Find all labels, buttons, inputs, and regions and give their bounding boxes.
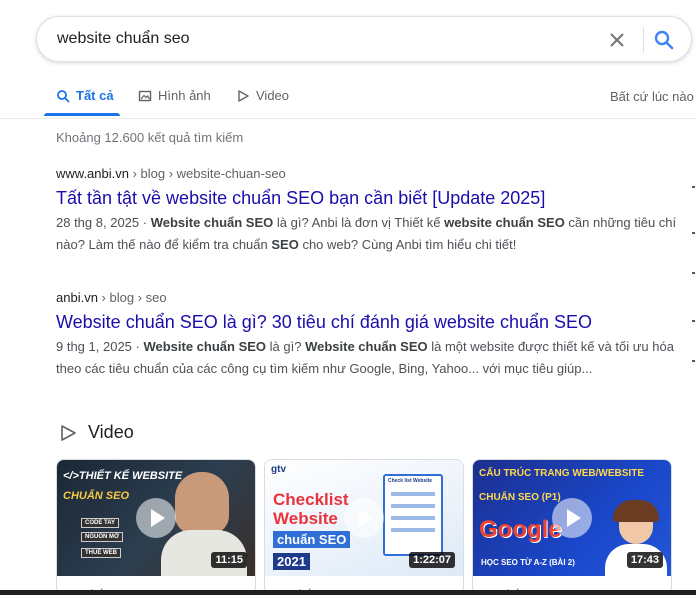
search-box[interactable] [36,16,692,62]
thumb-title: Checklist [273,490,349,509]
tab-video[interactable]: Video [236,88,289,103]
video-duration: 17:43 [626,552,663,568]
video-duration: 11:15 [211,552,247,568]
search-icon[interactable] [651,27,677,53]
tab-images[interactable]: Hình ảnh [138,88,211,103]
video-card[interactable]: </>THIẾT KẾ WEBSITE CHUẨN SEO CODE TAY N… [56,459,256,595]
search-result: www.anbi.vn › blog › website-chuan-seo T… [56,165,686,256]
result-title[interactable]: Tất tần tật về website chuẩn SEO bạn cần… [56,186,686,210]
presenter-face [175,472,229,534]
checklist-line [391,504,435,508]
snippet-text: là gì? Anbi là đơn vị Thiết kế [273,215,445,230]
thumb-title: </>THIẾT KẾ WEBSITE [63,470,183,482]
snippet-bold: Website chuẩn SEO [150,215,274,230]
snippet-text: là gì? [266,339,306,354]
thumb-tag: NGUỒN MỞ [81,532,124,542]
result-url[interactable]: anbi.vn › blog › seo [56,289,686,307]
video-duration: 1:22:07 [409,552,455,568]
snippet-bold: website chuẩn SEO [444,215,565,230]
result-url[interactable]: www.anbi.vn › blog › website-chuan-seo [56,165,686,183]
result-count: Khoảng 12.600 kết quả tìm kiếm [56,130,244,145]
presenter-hair [613,500,659,522]
tab-all[interactable]: Tất cả [56,88,114,103]
snippet-bold: Website chuẩn SEO [143,339,267,354]
thumb-year: 2021 [273,553,310,570]
scroll-marker [692,186,695,188]
scroll-marker [692,232,695,234]
search-tabs: Tất cả Hình ảnh Video [0,80,696,118]
search-divider [643,27,644,53]
snippet-bold: SEO [271,237,299,252]
thumb-subtitle: CHUẨN SEO (P1) [479,492,561,503]
thumb-title: CẤU TRÚC TRANG WEB/WEBSITE [479,468,644,479]
bottom-edge [0,590,696,595]
result-domain: www.anbi.vn [56,166,129,181]
result-snippet: 28 thg 8, 2025 · Website chuẩn SEO là gì… [56,212,686,256]
scroll-marker [692,272,695,274]
clear-icon[interactable] [605,28,629,52]
thumb-title: Website [273,509,338,528]
snippet-text: cho web? Cùng Anbi tìm hiểu chi tiết! [298,237,517,252]
search-icon [57,89,70,102]
thumb-tag: CODE TAY [81,518,120,528]
play-icon[interactable] [344,498,384,538]
play-icon [61,424,76,441]
checklist-line [391,528,435,532]
snippet-bold: Website chuẩn SEO [305,339,428,354]
tab-video-label: Video [256,88,290,103]
play-icon[interactable] [136,498,176,538]
checklist-line [391,516,435,520]
search-input[interactable] [57,30,577,48]
thumb-subtitle: CHUẨN SEO [63,490,130,502]
result-path: › blog › website-chuan-seo [128,166,286,181]
tabs-divider [0,118,696,119]
active-tab-indicator [44,113,120,116]
time-filter[interactable]: Bất cứ lúc nào [610,89,694,104]
video-thumbnail[interactable]: CẤU TRÚC TRANG WEB/WEBSITE CHUẨN SEO (P1… [473,460,671,576]
video-thumbnail[interactable]: gtv Checklist Website chuẩn SEO 2021 Che… [265,460,463,576]
video-card[interactable]: gtv Checklist Website chuẩn SEO 2021 Che… [264,459,464,595]
result-snippet: 9 thg 1, 2025 · Website chuẩn SEO là gì?… [56,336,686,380]
result-domain: anbi.vn [56,290,98,305]
result-title[interactable]: Website chuẩn SEO là gì? 30 tiêu chí đán… [56,310,686,334]
result-date: 28 thg 8, 2025 · [56,215,151,230]
thumb-subtitle: chuẩn SEO [273,531,351,548]
video-thumbnail[interactable]: </>THIẾT KẾ WEBSITE CHUẨN SEO CODE TAY N… [57,460,255,576]
tab-all-label: Tất cả [76,88,114,103]
thumb-tag: THUÊ WEB [81,548,121,558]
scroll-marker [692,360,695,362]
play-icon [238,89,249,102]
result-date: 9 thg 1, 2025 · [56,339,144,354]
image-icon [138,90,152,101]
result-path: › blog › seo [97,290,167,305]
video-section-header: Video [58,422,134,443]
thumb-caption: HỌC SEO TỪ A-Z (BÀI 2) [481,558,575,567]
scroll-marker [692,320,695,322]
video-section-title: Video [88,422,134,442]
thumb-logo: gtv [271,464,286,475]
checklist-title: Check list Website [388,478,433,484]
play-icon[interactable] [552,498,592,538]
search-result: anbi.vn › blog › seo Website chuẩn SEO l… [56,289,686,380]
video-card[interactable]: CẤU TRÚC TRANG WEB/WEBSITE CHUẨN SEO (P1… [472,459,672,595]
checklist-line [391,492,435,496]
google-logo: Google [479,516,562,543]
checklist-graphic: Check list Website [383,474,443,556]
tab-images-label: Hình ảnh [158,88,211,103]
